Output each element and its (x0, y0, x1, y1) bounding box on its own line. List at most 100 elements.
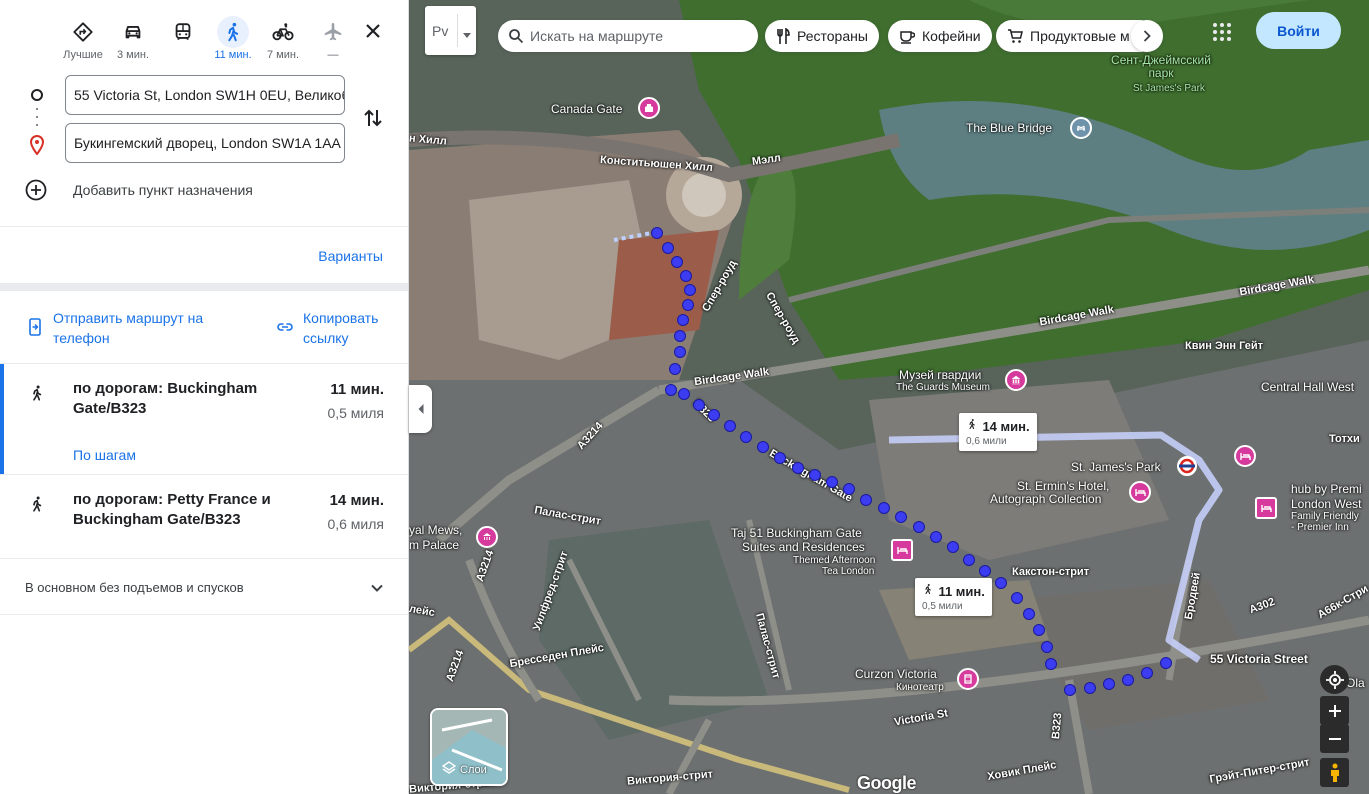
route-option-1[interactable]: по дорогам: Buckingham Gate/B323 11 мин.… (0, 364, 408, 474)
route-dot (757, 441, 769, 453)
mode-walk[interactable]: 11 мин. (208, 16, 258, 62)
search-input[interactable] (530, 28, 750, 44)
chevron-left-icon (418, 404, 423, 414)
send-to-phone-button[interactable]: Отправить маршрут на телефон (29, 308, 223, 348)
pegman-icon (1330, 763, 1339, 782)
origin-input[interactable]: 55 Victoria St, London SW1H 0EU, Великоб… (65, 75, 345, 115)
bus-icon (167, 16, 199, 48)
copy-link-button[interactable]: Копировать ссылку (277, 308, 393, 348)
travel-mode-bar: Лучшие 3 мин. 11 мин. 7 мин. — (58, 16, 358, 62)
route-distance: 0,6 миля (327, 516, 384, 532)
zoom-out-button[interactable] (1320, 724, 1349, 753)
cart-icon (1008, 29, 1023, 43)
route-dot (1160, 657, 1172, 669)
route-option-2[interactable]: по дорогам: Petty France и Buckingham Ga… (0, 475, 408, 558)
destination-input[interactable]: Букингемский дворец, London SW1A 1AA (65, 123, 345, 163)
mode-bike-label: 7 мин. (266, 49, 299, 61)
route-dot (947, 541, 959, 553)
sign-in-button[interactable]: Войти (1256, 12, 1341, 49)
route-dot (809, 469, 821, 481)
mode-bike[interactable]: 7 мин. (258, 16, 308, 62)
walk-icon (217, 16, 249, 48)
tooltip-time: 11 мин. (938, 584, 985, 599)
plus-icon (1328, 704, 1341, 717)
origin-marker-icon (31, 89, 43, 101)
route-tooltip-slow[interactable]: 14 мин. 0,6 мили (959, 413, 1037, 451)
route-dot (674, 330, 686, 342)
walk-icon (33, 496, 42, 512)
chip-label: Продуктовые м (1030, 28, 1130, 44)
route-dot (682, 299, 694, 311)
map-canvas[interactable]: Canada Gate Сент-Джеймсский парк St Jame… (409, 0, 1369, 794)
collapse-panel-button[interactable] (409, 385, 432, 433)
step-by-step-link[interactable]: По шагам (73, 447, 136, 463)
mode-transit-label (158, 49, 208, 62)
route-dot (680, 270, 692, 282)
route-dot (669, 363, 681, 375)
restaurant-icon (777, 28, 790, 44)
route-dot (860, 494, 872, 506)
mode-transit[interactable] (158, 16, 208, 62)
route-dot (724, 420, 736, 432)
divider (0, 226, 408, 227)
tooltip-time: 14 мин. (982, 419, 1030, 434)
route-dot (1141, 667, 1153, 679)
close-directions-button[interactable] (361, 19, 385, 43)
route-dot (826, 476, 838, 488)
route-dot (662, 242, 674, 254)
mode-flight[interactable]: — (308, 16, 358, 62)
google-logo: Google (857, 773, 917, 793)
my-location-button[interactable] (1320, 665, 1349, 694)
mode-flight-label: — (327, 49, 339, 61)
add-destination-button[interactable]: Добавить пункт назначения (25, 179, 253, 201)
route-dot (963, 554, 975, 566)
route-dots-icon (36, 108, 38, 126)
chevron-right-icon (1143, 30, 1151, 42)
route-dot (895, 511, 907, 523)
crosshair-icon (1325, 670, 1344, 689)
route-dot (930, 531, 942, 543)
input-tools-button[interactable]: Pv (425, 6, 476, 55)
route-dot (684, 284, 696, 296)
chips-next-button[interactable] (1131, 20, 1163, 52)
street-view-pegman[interactable] (1320, 758, 1349, 787)
send-to-phone-icon (29, 318, 41, 336)
options-link[interactable]: Варианты (318, 248, 383, 264)
caret-down-icon (463, 33, 471, 38)
layers-icon (442, 761, 456, 774)
elevation-note[interactable]: В основном без подъемов и спусков (25, 580, 244, 595)
mode-best[interactable]: Лучшие (58, 16, 108, 62)
route-dot (665, 384, 677, 396)
chip-restaurants[interactable]: Рестораны (765, 20, 879, 52)
route-time: 14 мин. (329, 492, 384, 509)
mode-drive[interactable]: 3 мин. (108, 16, 158, 62)
route-dot (979, 565, 991, 577)
close-icon (366, 24, 380, 38)
walking-route[interactable] (409, 0, 1369, 794)
route-dot (878, 502, 890, 514)
chevron-down-icon[interactable] (369, 580, 385, 596)
copy-link-label: Копировать ссылку (303, 310, 379, 346)
route-dot (792, 462, 804, 474)
apps-grid-button[interactable] (1210, 20, 1234, 44)
swap-button[interactable] (361, 106, 385, 135)
zoom-in-button[interactable] (1320, 696, 1349, 725)
route-dot (1041, 641, 1053, 653)
route-dot (1103, 678, 1115, 690)
route-description: по дорогам: Buckingham Gate/B323 (73, 380, 258, 417)
mode-best-label: Лучшие (63, 49, 103, 61)
route-dot (671, 256, 683, 268)
route-dot (678, 388, 690, 400)
search-along-route[interactable] (498, 20, 758, 52)
layers-button[interactable]: Слои (430, 708, 508, 786)
route-time: 11 мин. (330, 381, 384, 398)
add-destination-label: Добавить пункт назначения (73, 182, 253, 198)
input-tools-label: Pv (432, 22, 449, 39)
route-dot (1084, 682, 1096, 694)
route-dot (913, 521, 925, 533)
directions-panel: Лучшие 3 мин. 11 мин. 7 мин. — 55 Victor… (0, 0, 409, 794)
route-tooltip-fast[interactable]: 11 мин. 0,5 мили (915, 578, 992, 616)
route-dot (1122, 674, 1134, 686)
chip-cafes[interactable]: Кофейни (888, 20, 992, 52)
destination-pin-icon (29, 134, 45, 160)
